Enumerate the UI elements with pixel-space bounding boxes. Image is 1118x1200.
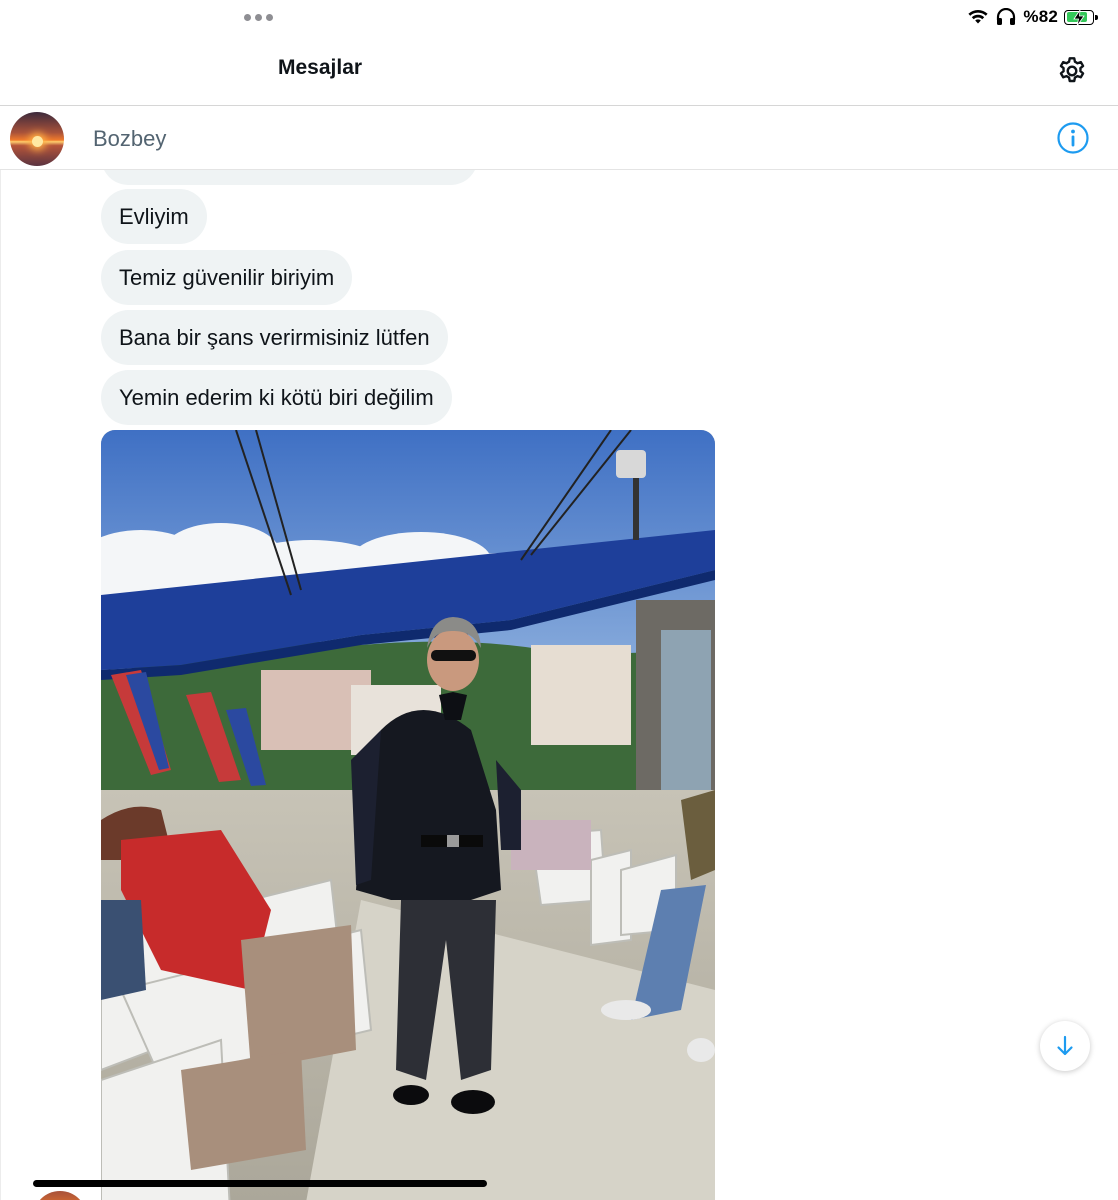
status-bar: %82 [0, 0, 1118, 36]
message-photo[interactable] [101, 430, 715, 1200]
battery-percent: %82 [1023, 7, 1058, 26]
info-icon [1057, 122, 1089, 154]
home-indicator[interactable] [33, 1180, 487, 1187]
avatar[interactable] [10, 112, 64, 166]
scroll-down-button[interactable] [1040, 1021, 1090, 1071]
message-text: Temiz güvenilir biriyim [119, 264, 335, 290]
message-bubble[interactable]: Evliyim [101, 189, 207, 244]
contact-name[interactable]: Bozbey [93, 126, 166, 152]
headphones-icon [995, 8, 1017, 26]
message-bubble[interactable]: Yemin ederim ki kötü biri değilim [101, 370, 452, 425]
message-bubble[interactable]: Temiz güvenilir biriyim [101, 250, 353, 305]
status-indicators: %82 [967, 6, 1098, 28]
message-text: Evliyim [119, 203, 189, 229]
arrow-down-icon [1057, 1035, 1073, 1056]
message-text: Yemin ederim ki kötü biri değilim [119, 384, 434, 410]
message-list[interactable]: Evliyim Temiz güvenilir biriyim Bana bir… [0, 170, 1118, 1200]
message-bubble-partial [101, 170, 478, 185]
conversation-header: Bozbey [0, 107, 1118, 170]
battery-charging-icon [1064, 9, 1098, 26]
settings-button[interactable] [1054, 53, 1090, 89]
info-button[interactable] [1056, 121, 1090, 155]
message-text: Bana bir şans verirmisiniz lütfen [119, 324, 430, 350]
multitasking-dots-icon[interactable] [244, 14, 273, 21]
page-title: Mesajlar [278, 56, 363, 79]
message-bubble[interactable]: Bana bir şans verirmisiniz lütfen [101, 310, 448, 365]
gear-icon [1059, 57, 1085, 83]
wifi-icon [967, 9, 989, 25]
top-navigation: Mesajlar [0, 36, 1118, 106]
